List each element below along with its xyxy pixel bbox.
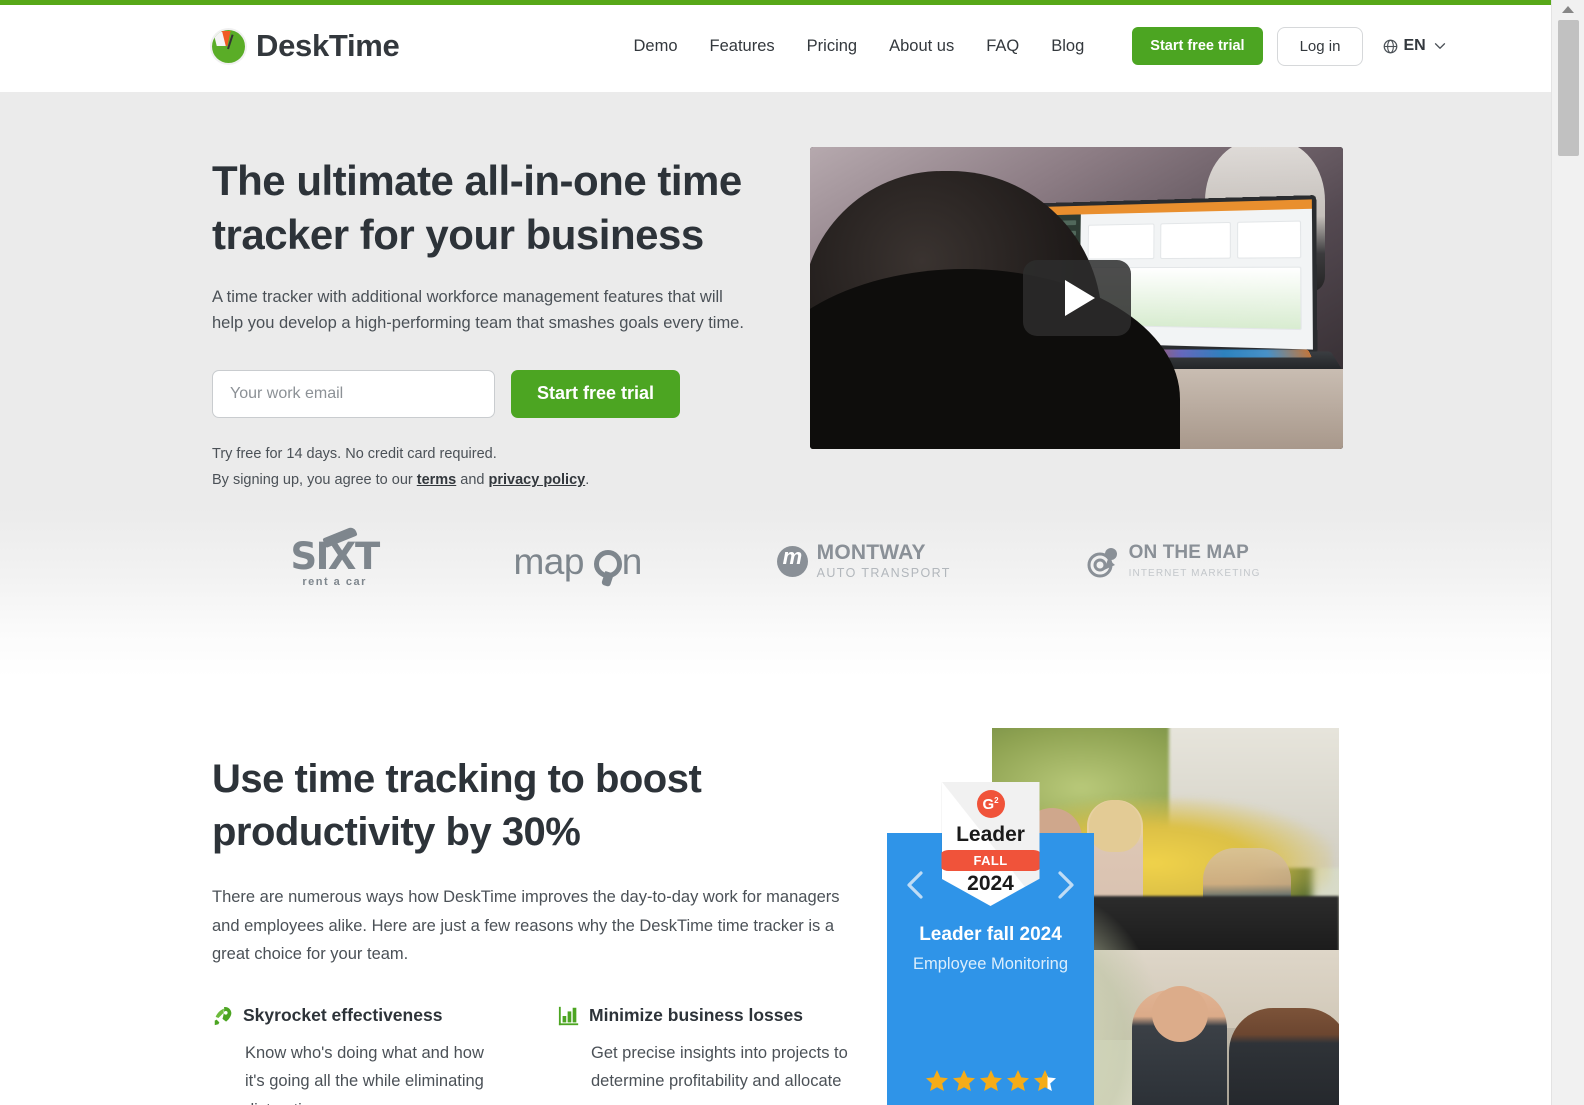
- star-icon-partial: [1033, 1070, 1056, 1091]
- legal-note: By signing up, you agree to our terms an…: [212, 468, 772, 494]
- badge-season-label: FALL: [941, 850, 1040, 871]
- nav-item-features[interactable]: Features: [710, 37, 775, 56]
- client-logo-on-the-map: ON THE MAP INTERNET MARKETING: [1086, 543, 1261, 581]
- privacy-policy-link[interactable]: privacy policy: [489, 472, 586, 488]
- scrollbar-thumb[interactable]: [1558, 20, 1579, 156]
- feature-list: Skyrocket effectiveness Know who's doing…: [212, 1005, 862, 1105]
- badge-year-label: 2024: [967, 872, 1014, 895]
- award-category: Employee Monitoring: [913, 955, 1068, 973]
- legal-and: and: [456, 471, 489, 488]
- hero-media: [810, 92, 1343, 494]
- trial-note: Try free for 14 days. No credit card req…: [212, 445, 497, 462]
- nav-item-faq[interactable]: FAQ: [986, 37, 1019, 56]
- hero-signup-form: Start free trial: [212, 369, 772, 418]
- sixt-swoosh-icon: [322, 525, 358, 549]
- g2-leader-badge: G2 Leader FALL 2024: [941, 782, 1040, 906]
- desktime-logo[interactable]: DeskTime: [212, 28, 400, 64]
- award-carousel: G2 Leader FALL 2024 Leader fall 2024 Emp…: [887, 782, 1094, 1105]
- star-rating: [887, 1069, 1094, 1092]
- desktime-clock-icon: [212, 29, 245, 63]
- hero-video-player[interactable]: [810, 147, 1343, 449]
- badge-leader-label: Leader: [956, 823, 1025, 846]
- chevron-down-icon: [1434, 43, 1445, 49]
- montway-wordmark: MONTWAY: [816, 540, 926, 564]
- client-logos-strip: SIXT rent a car map n MONTWAY AUTO TRANS…: [0, 507, 1551, 677]
- star-icon: [1006, 1070, 1029, 1091]
- feature-description: Get precise insights into projects to de…: [591, 1043, 848, 1105]
- feature-title: Minimize business losses: [589, 1005, 803, 1026]
- clock-hand-icon: [227, 33, 234, 49]
- play-triangle-icon: [1065, 280, 1095, 316]
- logo-wordmark: DeskTime: [256, 28, 400, 63]
- page-root: DeskTime Demo Features Pricing About us …: [0, 0, 1584, 1105]
- nav-item-demo[interactable]: Demo: [634, 37, 678, 56]
- feature-description: Know who's doing what and how it's going…: [245, 1043, 484, 1105]
- hero-title: The ultimate all-in-one time tracker for…: [212, 157, 742, 258]
- on-the-map-tagline: INTERNET MARKETING: [1128, 567, 1261, 579]
- terms-link[interactable]: terms: [417, 472, 457, 488]
- hero-subtitle: A time tracker with additional workforce…: [212, 287, 744, 333]
- on-the-map-wordmark: ON THE MAP: [1128, 541, 1249, 563]
- legal-prefix: By signing up, you agree to our: [212, 471, 417, 488]
- client-logo-sixt: SIXT rent a car: [291, 525, 380, 588]
- client-logo-montway: MONTWAY AUTO TRANSPORT: [776, 540, 951, 582]
- rocket-icon: [214, 1006, 232, 1026]
- main-navigation: Demo Features Pricing About us FAQ Blog: [634, 37, 1085, 56]
- play-button[interactable]: [1022, 260, 1131, 336]
- star-icon: [979, 1070, 1002, 1091]
- client-logo-mapon: map n: [513, 540, 643, 583]
- nav-item-about-us[interactable]: About us: [889, 37, 954, 56]
- nav-item-pricing[interactable]: Pricing: [807, 37, 857, 56]
- montway-mark-icon: [776, 544, 808, 577]
- language-selector[interactable]: EN: [1383, 37, 1445, 55]
- g2-logo-icon: G2: [976, 790, 1005, 818]
- section2-body: There are numerous ways how DeskTime imp…: [212, 888, 840, 964]
- site-header: DeskTime Demo Features Pricing About us …: [0, 0, 1551, 92]
- page-load-progress-bar: [0, 0, 1551, 5]
- section2-title: Use time tracking to boost productivity …: [212, 757, 702, 855]
- feature-title: Skyrocket effectiveness: [243, 1005, 443, 1026]
- globe-icon: [1384, 39, 1398, 53]
- sixt-wordmark: SIXT: [291, 525, 380, 578]
- hero-fine-print: Try free for 14 days. No credit card req…: [212, 442, 772, 494]
- bar-chart-icon: [558, 1006, 579, 1026]
- feature-item: Skyrocket effectiveness Know who's doing…: [212, 1005, 502, 1105]
- vertical-scrollbar[interactable]: [1551, 0, 1584, 1105]
- star-icon: [952, 1070, 975, 1091]
- g2-logo-superscript: 2: [994, 795, 999, 805]
- g2-logo-text: G2: [982, 795, 999, 813]
- award-title: Leader fall 2024: [919, 924, 1062, 945]
- hero-section: The ultimate all-in-one time tracker for…: [0, 92, 1551, 507]
- nav-item-blog[interactable]: Blog: [1051, 37, 1084, 56]
- on-the-map-mark-icon: [1087, 547, 1117, 577]
- hero-copy: The ultimate all-in-one time tracker for…: [212, 92, 772, 494]
- browser-viewport: DeskTime Demo Features Pricing About us …: [0, 0, 1551, 1105]
- carousel-prev-arrow[interactable]: [903, 870, 929, 900]
- legal-suffix: .: [585, 471, 590, 488]
- montway-tagline: AUTO TRANSPORT: [816, 565, 951, 580]
- hero-start-free-trial-button[interactable]: Start free trial: [511, 369, 681, 418]
- scroll-up-arrow-icon[interactable]: [1562, 6, 1574, 13]
- star-icon: [925, 1070, 948, 1091]
- mapon-wordmark-part1: map: [513, 540, 584, 582]
- language-code-label: EN: [1403, 37, 1426, 54]
- mapon-pin-icon: [593, 549, 622, 578]
- feature-item: Minimize business losses Get precise ins…: [558, 1005, 848, 1105]
- mapon-wordmark-part2: n: [621, 540, 643, 582]
- carousel-next-arrow[interactable]: [1052, 870, 1078, 900]
- login-button[interactable]: Log in: [1276, 26, 1364, 66]
- header-start-free-trial-button[interactable]: Start free trial: [1132, 27, 1263, 65]
- work-email-input[interactable]: [212, 369, 495, 418]
- header-actions: Start free trial Log in EN: [1132, 26, 1445, 66]
